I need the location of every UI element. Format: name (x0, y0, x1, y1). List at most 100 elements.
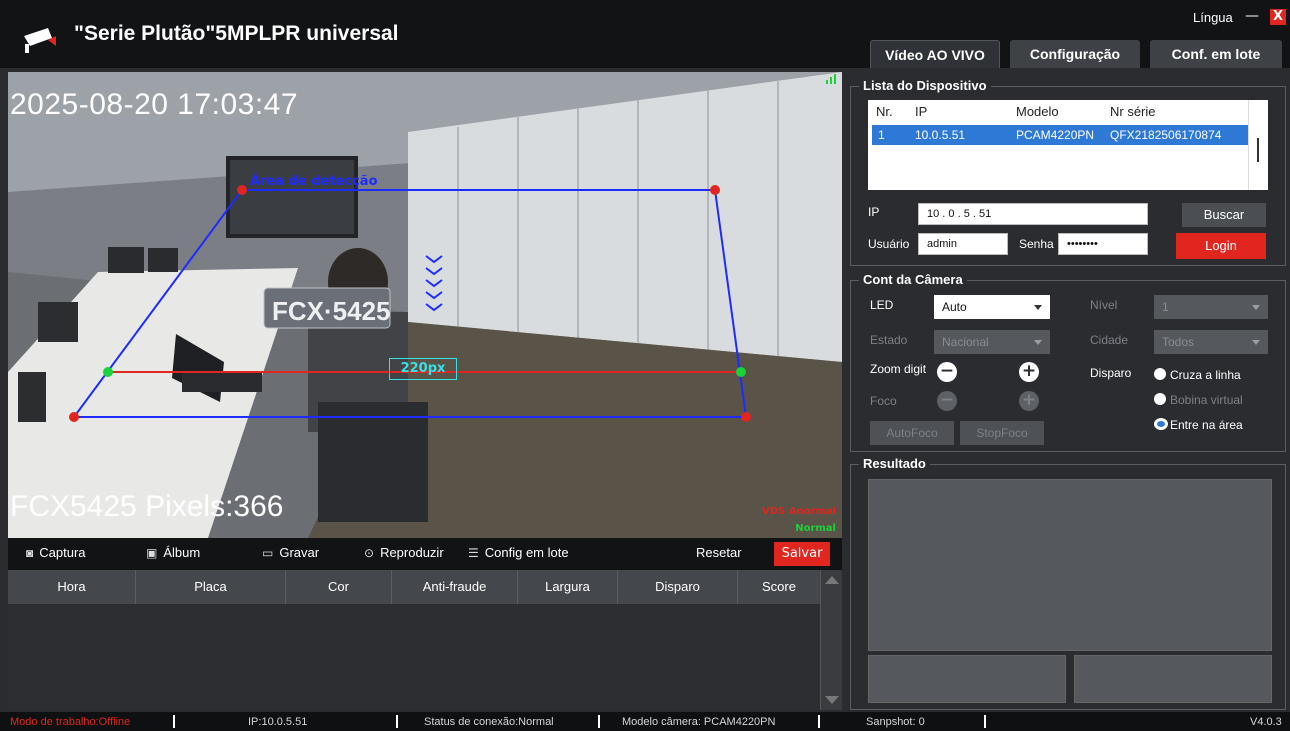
status-version: V4.0.3 (1250, 716, 1282, 728)
status-divider (173, 715, 175, 728)
trigger-option-line[interactable]: Cruza a linha (1170, 368, 1241, 382)
trigger-label: Disparo (1090, 366, 1132, 380)
results-table-header: Hora Placa Cor Anti-fraude Largura Dispa… (8, 570, 820, 604)
status-connection: Status de conexão:Normal (424, 716, 554, 728)
plate-result-overlay: FCX5425 Pixels:366 (10, 490, 284, 523)
play-button[interactable]: ⊙ Reproduzir (364, 545, 444, 560)
device-col-ip: IP (915, 104, 928, 119)
device-col-nr: Nr. (876, 104, 893, 119)
scroll-thumb[interactable] (1257, 138, 1259, 162)
focus-minus-icon: − (937, 391, 957, 411)
camera-control-legend: Cont da Câmera (859, 272, 967, 287)
plate-on-frame: FCX·5425 (272, 296, 391, 326)
result-legend: Resultado (859, 456, 930, 471)
video-timestamp: 2025-08-20 17:03:47 (10, 88, 299, 121)
device-list-legend: Lista do Dispositivo (859, 78, 991, 93)
scroll-up-icon[interactable] (825, 576, 839, 584)
save-button[interactable]: Salvar (774, 542, 830, 566)
batch-config-button[interactable]: ☰ Config em lote (468, 545, 569, 560)
results-table: Hora Placa Cor Anti-fraude Largura Dispa… (8, 570, 842, 710)
trigger-radio-virtual-coil (1154, 393, 1166, 405)
chevron-down-icon (1252, 305, 1260, 310)
status-divider (396, 715, 398, 728)
city-select: Todos (1154, 330, 1268, 354)
level-select: 1 (1154, 295, 1268, 319)
trigger-option-virtual-coil: Bobina virtual (1170, 393, 1243, 407)
col-header-time[interactable]: Hora (8, 570, 136, 604)
app-window: "Serie Plutão"5MPLPR universal Língua — … (0, 0, 1290, 731)
vds-abnormal-indicator: VDS Anormal (762, 506, 836, 517)
reset-button[interactable]: Resetar (696, 545, 742, 560)
chevron-down-icon (1034, 340, 1042, 345)
col-header-score[interactable]: Score (738, 570, 820, 604)
focus-label: Foco (870, 394, 897, 408)
search-button[interactable]: Buscar (1182, 203, 1266, 227)
chevron-down-icon (1034, 305, 1042, 310)
device-row-ip: 10.0.5.51 (915, 128, 966, 142)
col-header-anti-fraud[interactable]: Anti-fraude (392, 570, 518, 604)
tab-batch-config[interactable]: Conf. em lote (1150, 40, 1282, 68)
image-icon: ▣ (146, 546, 158, 560)
trigger-radio-line[interactable] (1154, 368, 1166, 380)
status-divider (598, 715, 600, 728)
zoom-label: Zoom digit (870, 362, 927, 376)
tab-live-video[interactable]: Vídeo AO VIVO (870, 40, 1000, 68)
password-label: Senha (1019, 237, 1054, 251)
user-input[interactable]: admin (918, 233, 1008, 255)
video-frame: FCX·5425 (8, 72, 842, 538)
led-select[interactable]: Auto (934, 295, 1050, 319)
ip-input[interactable]: 10 . 0 . 5 . 51 (918, 203, 1148, 225)
scroll-down-icon[interactable] (825, 696, 839, 704)
album-button[interactable]: ▣ Álbum (146, 545, 200, 560)
record-button[interactable]: ▭ Gravar (262, 545, 319, 560)
video-toolbar: ◙ Captura ▣ Álbum ▭ Gravar ⊙ Reproduzir ☰ Con… (8, 538, 842, 570)
stopfocus-button: StopFoco (960, 421, 1044, 445)
vds-normal-indicator: Normal (795, 523, 836, 534)
chevron-down-icon (1252, 340, 1260, 345)
col-header-plate[interactable]: Placa (136, 570, 286, 604)
camera-icon: ◙ (26, 546, 34, 560)
batch-icon: ☰ (468, 546, 479, 560)
capture-button[interactable]: ◙ Captura (26, 545, 86, 560)
language-menu[interactable]: Língua (1193, 10, 1233, 25)
camera-logo-icon (24, 28, 56, 53)
device-table-scrollbar[interactable] (1248, 100, 1268, 190)
status-mode: Modo de trabalho:Offline (10, 716, 131, 728)
col-header-width[interactable]: Largura (518, 570, 618, 604)
trigger-radio-area[interactable] (1154, 418, 1168, 430)
status-bar: Modo de trabalho:Offline IP:10.0.5.51 St… (0, 712, 1290, 731)
ip-label: IP (868, 205, 880, 219)
device-row-nr: 1 (878, 128, 885, 142)
status-snapshot: Sanpshot: 0 (866, 716, 925, 728)
password-input[interactable]: •••••••• (1058, 233, 1148, 255)
pixel-measure-label: 220px (389, 358, 457, 380)
minimize-button[interactable]: — (1245, 8, 1259, 24)
zoom-in-icon[interactable]: + (1019, 362, 1039, 382)
device-row-serial: QFX2182506170874 (1110, 128, 1222, 142)
device-col-serial: Nr série (1110, 104, 1156, 119)
result-plate-box (868, 655, 1066, 703)
result-image-box (868, 479, 1272, 651)
app-title: "Serie Plutão"5MPLPR universal (74, 22, 399, 45)
close-button[interactable]: X (1270, 9, 1286, 25)
trigger-option-area[interactable]: Entre na área (1170, 418, 1243, 432)
title-bar: "Serie Plutão"5MPLPR universal Língua — … (0, 0, 1290, 68)
play-icon: ⊙ (364, 546, 375, 560)
tab-configuration[interactable]: Configuração (1010, 40, 1140, 68)
state-select: Nacional (934, 330, 1050, 354)
detection-area-label: Área de detecção (250, 174, 378, 189)
col-header-trigger[interactable]: Disparo (618, 570, 738, 604)
login-button[interactable]: Login (1176, 233, 1266, 259)
results-scrollbar[interactable] (820, 570, 842, 710)
user-label: Usuário (868, 237, 910, 251)
live-video-feed[interactable]: FCX·5425 2025-08-20 17:03:47 Área de det… (8, 72, 842, 538)
device-table: Nr. IP Modelo Nr série 1 10.0.5.51 PCAM4… (868, 100, 1268, 190)
zoom-out-icon[interactable]: − (937, 362, 957, 382)
city-label: Cidade (1090, 333, 1129, 347)
video-record-icon: ▭ (262, 546, 274, 560)
status-divider (984, 715, 986, 728)
autofocus-button: AutoFoco (870, 421, 954, 445)
device-row-model: PCAM4220PN (1016, 128, 1095, 142)
col-header-color[interactable]: Cor (286, 570, 392, 604)
level-label: Nível (1090, 298, 1118, 312)
